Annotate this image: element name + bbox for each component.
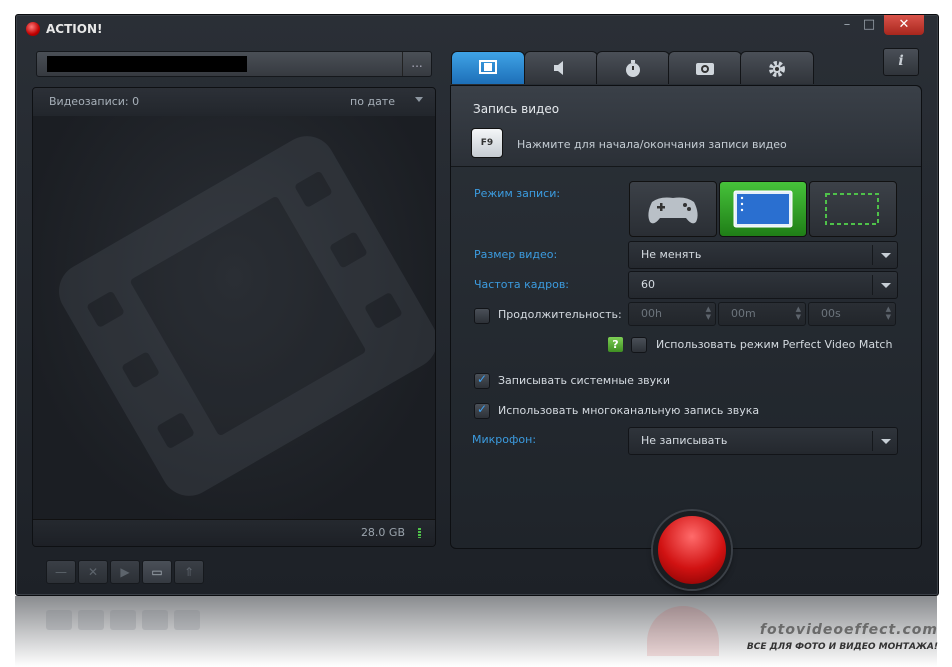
record-mode-label: Режим записи: (474, 187, 561, 200)
mode-game-button[interactable] (629, 181, 717, 237)
sort-dropdown[interactable]: по дате (350, 95, 395, 108)
duration-seconds-stepper[interactable]: 00s ▲ ▼ (808, 302, 896, 326)
duration-minutes-value: 00m (731, 307, 756, 320)
upload-button[interactable]: ⇑ (174, 560, 204, 584)
mode-area-button[interactable] (809, 181, 897, 237)
chevron-down-icon[interactable] (872, 275, 897, 295)
record-button[interactable] (653, 511, 731, 589)
app-logo-icon (26, 22, 40, 36)
tab-video[interactable] (451, 51, 525, 84)
duration-hours-stepper[interactable]: 00h ▲ ▼ (628, 302, 716, 326)
duration-seconds-value: 00s (821, 307, 841, 320)
gear-icon (769, 61, 785, 77)
fps-value: 60 (641, 278, 655, 291)
stepper-arrows-icon[interactable]: ▲ ▼ (706, 305, 711, 321)
perfect-match-label: Использовать режим Perfect Video Match (656, 338, 893, 351)
minimize-button[interactable]: – (836, 15, 858, 35)
video-size-dropdown[interactable]: Не менять (628, 241, 898, 269)
recordings-list-body[interactable] (33, 116, 435, 520)
desktop-icon (733, 190, 793, 228)
help-icon[interactable]: ? (608, 337, 623, 352)
maximize-button[interactable]: □ (858, 15, 880, 35)
hotkey-button[interactable]: F9 (471, 128, 503, 158)
area-select-icon (825, 193, 879, 225)
fps-label: Частота кадров: (474, 278, 570, 291)
fps-dropdown[interactable]: 60 (628, 271, 898, 299)
chevron-down-icon[interactable] (872, 431, 897, 451)
hotkey-description: Нажмите для начала/окончания записи виде… (517, 138, 787, 151)
redacted-path (47, 56, 247, 72)
duration-hours-value: 00h (641, 307, 662, 320)
stepper-arrows-icon[interactable]: ▲ ▼ (796, 305, 801, 321)
play-button[interactable]: ▶ (110, 560, 140, 584)
remove-button[interactable]: — (46, 560, 76, 584)
duration-minutes-stepper[interactable]: 00m ▲ ▼ (718, 302, 806, 326)
video-size-value: Не менять (641, 248, 702, 261)
watermark-site: fotovideoeffect.com (759, 622, 938, 638)
recordings-list: Видеозаписи: 0 по дате 28.0 GB (32, 87, 436, 547)
list-footer: 28.0 GB (33, 519, 435, 546)
open-folder-button[interactable]: ▭ (142, 560, 172, 584)
microphone-value: Не записывать (641, 434, 728, 447)
tab-settings[interactable] (740, 51, 814, 84)
camera-icon (696, 63, 714, 75)
system-sounds-checkbox[interactable] (474, 372, 490, 389)
film-icon (479, 60, 497, 74)
recordings-count: Видеозаписи: 0 (49, 95, 140, 108)
panel-header: Запись видео F9 Нажмите для начала/оконч… (451, 86, 921, 167)
app-title: ACTION! (46, 22, 103, 36)
film-watermark-icon (48, 125, 435, 507)
stepper-arrows-icon[interactable]: ▲ ▼ (886, 305, 891, 321)
duration-checkbox[interactable] (474, 308, 490, 324)
section-title: Запись видео (473, 102, 560, 116)
tab-audio[interactable] (524, 51, 598, 84)
microphone-label: Микрофон: (472, 433, 537, 446)
close-button[interactable]: ✕ (884, 15, 924, 35)
browse-button[interactable]: ... (402, 52, 431, 76)
multichannel-label: Использовать многоканальную запись звука (498, 404, 760, 417)
watermark-slogan: ВСЕ ДЛЯ ФОТО И ВИДЕО МОНТАЖА! (746, 642, 938, 652)
speaker-icon (554, 61, 563, 75)
list-header: Видеозаписи: 0 по дате (33, 88, 435, 117)
disk-level-icon (418, 528, 421, 538)
multichannel-checkbox[interactable] (474, 402, 490, 419)
tab-screenshot[interactable] (668, 51, 742, 84)
delete-button[interactable]: ✕ (78, 560, 108, 584)
disk-free-space: 28.0 GB (360, 526, 405, 539)
video-size-label: Размер видео: (474, 248, 558, 261)
system-sounds-label: Записывать системные звуки (498, 374, 670, 387)
info-button[interactable]: i (883, 48, 919, 76)
app-window: ACTION! – □ ✕ ... Видеозаписи: 0 по дате (15, 14, 939, 596)
chevron-down-icon[interactable] (872, 245, 897, 265)
gamepad-icon (648, 197, 698, 224)
tab-benchmark[interactable] (596, 51, 670, 84)
duration-label: Продолжительность: (498, 308, 622, 321)
stopwatch-icon (626, 60, 640, 77)
microphone-dropdown[interactable]: Не записывать (628, 427, 898, 455)
chevron-down-icon[interactable] (415, 97, 423, 102)
recording-path-field[interactable]: ... (36, 51, 432, 77)
mode-desktop-button[interactable] (719, 181, 807, 237)
perfect-match-checkbox[interactable] (631, 337, 647, 353)
